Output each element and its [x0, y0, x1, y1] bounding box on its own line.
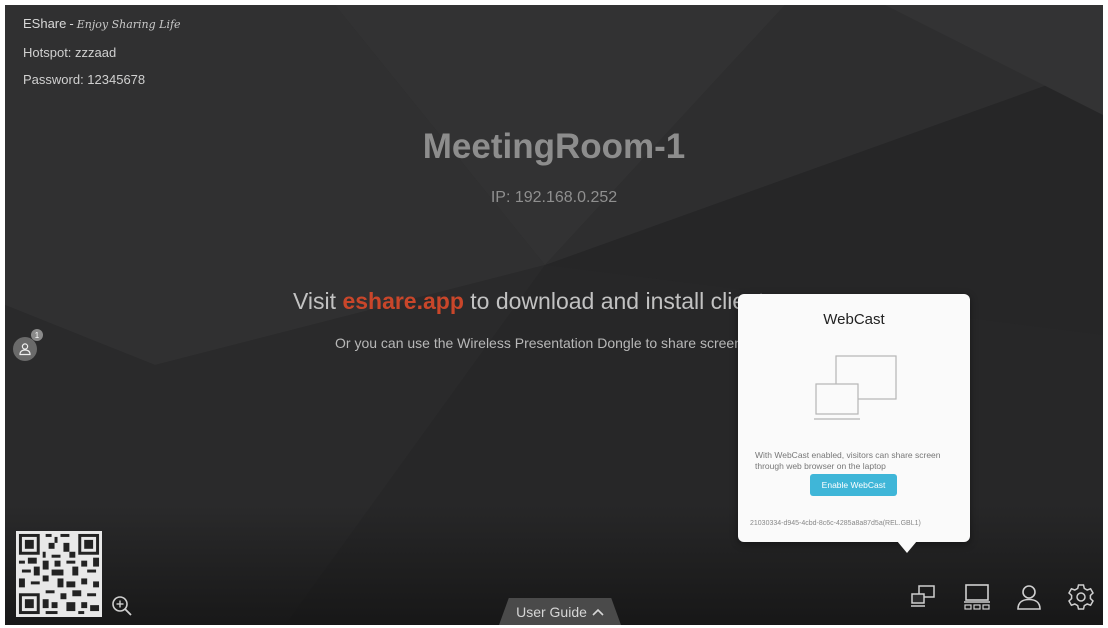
webcast-illustration-icon [814, 355, 897, 420]
user-icon [19, 343, 31, 356]
hotspot-label: Hotspot: zzzaad [23, 45, 117, 60]
enable-webcast-button[interactable]: Enable WebCast [810, 474, 897, 496]
brand-tagline: Enjoy Sharing Life [76, 18, 181, 31]
user-count-badge: 1 [31, 329, 43, 341]
user-guide-label: User Guide [516, 603, 587, 620]
screen-share-icon[interactable] [962, 583, 992, 611]
popup-title: WebCast [823, 311, 885, 328]
ip-address: IP: 192.168.0.252 [490, 189, 618, 206]
eshare-home-screen: EShare - Enjoy Sharing Life Hotspot: zzzaa… [0, 0, 1108, 628]
room-name: MeetingRoom-1 [422, 127, 686, 166]
password-label: Password: 12345678 [23, 72, 146, 87]
webcast-popup: WebCast With WebCast enabled, visitors c… [738, 294, 970, 542]
eshare-link[interactable]: eshare.app [342, 288, 463, 314]
webcast-icon[interactable] [909, 583, 937, 611]
connected-users-button[interactable]: 1 [13, 329, 43, 361]
qr-code [16, 531, 102, 617]
brand-logo: EShare - Enjoy Sharing Life [23, 16, 181, 31]
gear-icon[interactable] [1067, 583, 1095, 611]
dongle-instruction: Or you can use the Wireless Presentation… [335, 335, 742, 351]
brand-separator: - [69, 16, 74, 31]
user-guide-button[interactable]: User Guide [499, 598, 621, 625]
popup-description: With WebCast enabled, visitors can share… [755, 450, 941, 471]
brand-name: EShare [23, 16, 67, 31]
visit-prefix: Visit [293, 288, 337, 314]
chevron-up-icon [592, 608, 604, 616]
zoom-in-icon[interactable] [111, 595, 133, 617]
device-id: 21030334-d945-4cbd-8c6c-4285a8a87d5a(REL… [750, 520, 921, 527]
qr-code-image [16, 531, 102, 617]
popup-pointer [897, 541, 917, 553]
user-icon[interactable] [1015, 583, 1043, 611]
